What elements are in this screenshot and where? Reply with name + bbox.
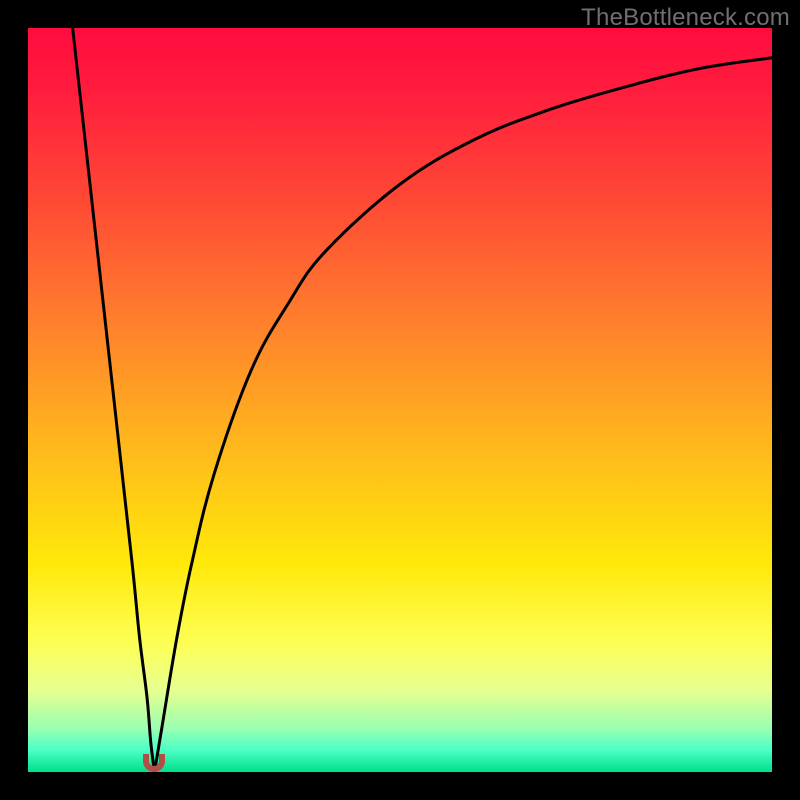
curve-left (73, 28, 155, 772)
chart-frame: TheBottleneck.com (0, 0, 800, 800)
plot-area (28, 28, 772, 772)
bottleneck-curve (28, 28, 772, 772)
curve-right (154, 58, 772, 772)
